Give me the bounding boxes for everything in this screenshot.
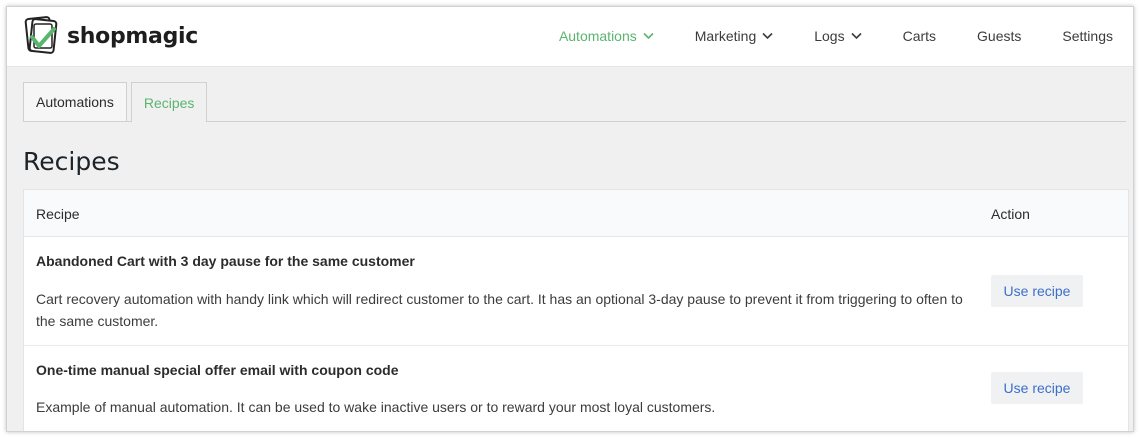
column-header-action: Action	[991, 206, 1030, 222]
tab-recipes[interactable]: Recipes	[130, 82, 208, 122]
nav-item-automations[interactable]: Automations	[559, 28, 654, 44]
use-recipe-button[interactable]: Use recipe	[991, 275, 1083, 307]
use-recipe-button[interactable]: Use recipe	[991, 372, 1083, 404]
recipe-title: Abandoned Cart with 3 day pause for the …	[36, 253, 415, 269]
tab-automations[interactable]: Automations	[23, 82, 127, 121]
column-header-recipe: Recipe	[36, 206, 80, 222]
nav-item-label: Guests	[977, 28, 1022, 44]
main-nav: Automations Marketing Logs Carts Guests …	[538, 7, 1133, 65]
nav-item-label: Settings	[1062, 28, 1113, 44]
chevron-down-icon	[643, 32, 654, 40]
brand-logo[interactable]: shopmagic	[24, 15, 198, 57]
nav-item-label: Automations	[558, 28, 637, 44]
recipe-description: Cart recovery automation with handy link…	[36, 291, 963, 329]
recipes-table: Recipe Action Abandoned Cart with 3 day …	[23, 189, 1129, 431]
shopmagic-logo-icon	[24, 16, 58, 54]
top-bar: shopmagic Automations Marketing Logs Car…	[7, 7, 1133, 67]
nav-item-guests[interactable]: Guests	[977, 28, 1021, 44]
page-tabs: Automations Recipes	[23, 82, 1126, 122]
nav-item-logs[interactable]: Logs	[814, 28, 862, 44]
table-row: One-time manual special offer email with…	[24, 346, 1128, 431]
nav-item-carts[interactable]: Carts	[903, 28, 936, 44]
chevron-down-icon	[762, 32, 773, 40]
recipe-title: One-time manual special offer email with…	[36, 362, 399, 378]
nav-item-marketing[interactable]: Marketing	[695, 28, 773, 44]
app-window: shopmagic Automations Marketing Logs Car…	[6, 6, 1134, 432]
table-row: Abandoned Cart with 3 day pause for the …	[24, 237, 1128, 346]
page-title: Recipes	[23, 147, 120, 176]
chevron-down-icon	[851, 32, 862, 40]
recipe-description: Example of manual automation. It can be …	[36, 399, 716, 415]
nav-item-label: Logs	[814, 28, 845, 44]
nav-item-label: Carts	[902, 28, 937, 44]
brand-name: shopmagic	[67, 23, 199, 49]
table-header: Recipe Action	[24, 190, 1128, 237]
nav-item-label: Marketing	[694, 28, 757, 44]
nav-item-settings[interactable]: Settings	[1062, 28, 1113, 44]
